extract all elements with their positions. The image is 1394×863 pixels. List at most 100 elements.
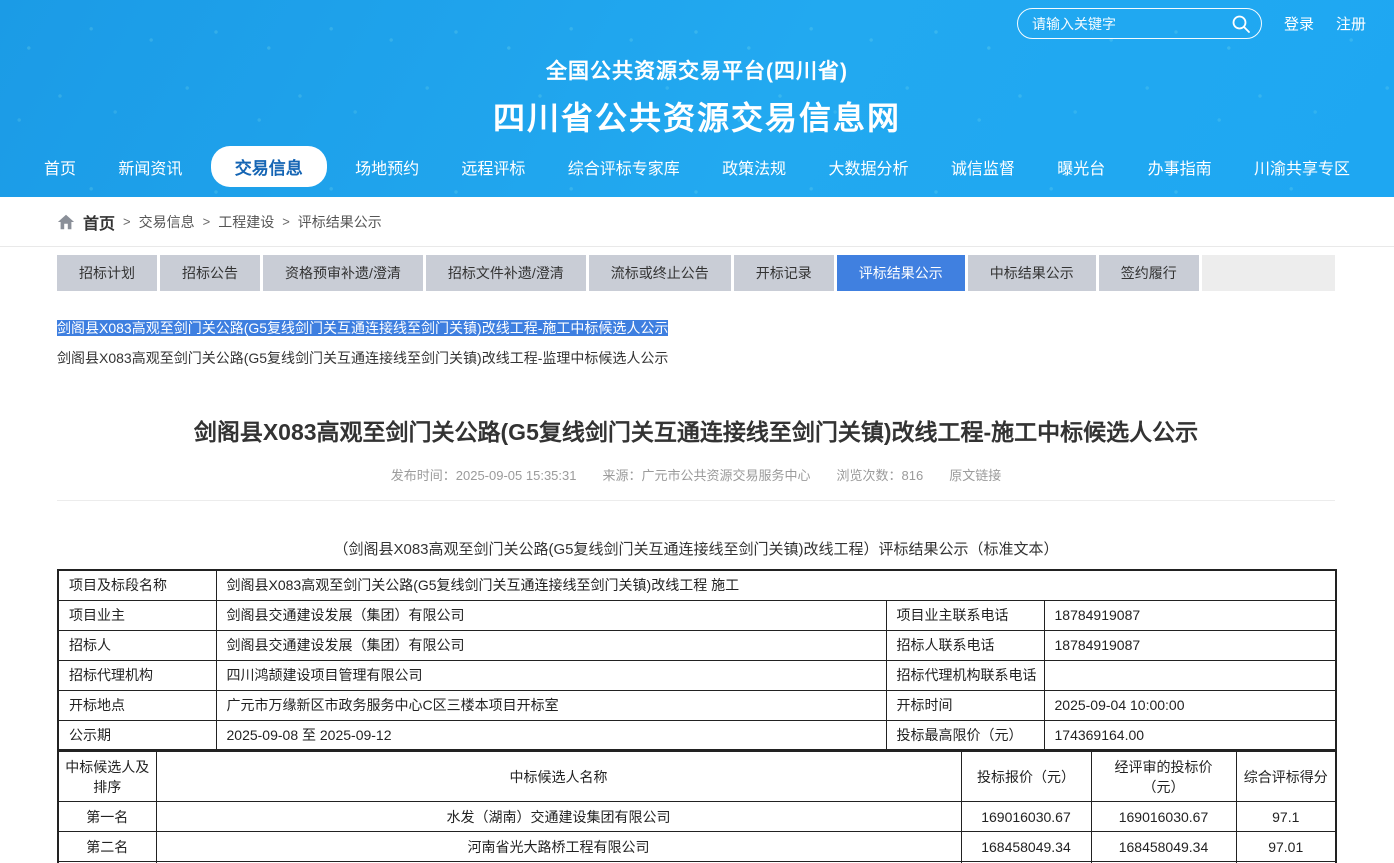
header-titles: 全国公共资源交易平台(四川省) 四川省公共资源交易信息网 [0,55,1394,139]
tab-prequalification-supplement[interactable]: 资格预审补遗/澄清 [263,255,423,291]
detail-value: 174369164.00 [1044,720,1336,750]
detail-label: 项目业主联系电话 [886,600,1044,630]
column-header-reviewed-bid: 经评审的投标价（元） [1091,752,1236,802]
bid-candidates-table: 中标候选人及排序 中标候选人名称 投标报价（元） 经评审的投标价（元） 综合评标… [57,751,1337,863]
detail-value: 剑阁县交通建设发展（集团）有限公司 [216,630,886,660]
breadcrumb-trade-info[interactable]: 交易信息 [139,212,195,232]
announcement-list: 剑阁县X083高观至剑门关公路(G5复线剑门关互通连接线至剑门关镇)改线工程-施… [57,313,1335,373]
nav-item-chuanyu-zone[interactable]: 川渝共享专区 [1240,148,1364,186]
detail-label: 投标最高限价（元） [886,720,1044,750]
detail-label: 招标人 [58,630,216,660]
candidate-score: 97.1 [1236,802,1336,832]
detail-value [1044,660,1336,690]
candidate-reviewed-bid: 169016030.67 [1091,802,1236,832]
detail-value: 剑阁县X083高观至剑门关公路(G5复线剑门关互通连接线至剑门关镇)改线工程 施… [216,570,1336,600]
column-header-score: 综合评标得分 [1236,752,1336,802]
main-nav: 首页 新闻资讯 交易信息 场地预约 远程评标 综合评标专家库 政策法规 大数据分… [0,146,1394,187]
category-tabs: 招标计划 招标公告 资格预审补遗/澄清 招标文件补遗/澄清 流标或终止公告 开标… [57,255,1335,291]
candidate-score: 97.01 [1236,832,1336,862]
detail-label: 项目业主 [58,600,216,630]
detail-label: 招标人联系电话 [886,630,1044,660]
original-link[interactable]: 原文链接 [949,465,1001,484]
table-row: 第一名 水发（湖南）交通建设集团有限公司 169016030.67 169016… [58,802,1336,832]
candidate-rank: 第一名 [58,802,156,832]
nav-item-expert-database[interactable]: 综合评标专家库 [554,148,694,186]
table-row: 开标地点 广元市万缘新区市政务服务中心C区三楼本项目开标室 开标时间 2025-… [58,690,1336,720]
page-title: 剑阁县X083高观至剑门关公路(G5复线剑门关互通连接线至剑门关镇)改线工程-施… [57,413,1335,447]
table-row: 项目业主 剑阁县交通建设发展（集团）有限公司 项目业主联系电话 18784919… [58,600,1336,630]
nav-item-remote-evaluation[interactable]: 远程评标 [447,148,539,186]
detail-value: 18784919087 [1044,630,1336,660]
breadcrumb-separator: > [282,214,290,229]
register-link[interactable]: 注册 [1336,13,1366,34]
search-icon[interactable] [1231,14,1251,34]
tab-bidding-plan[interactable]: 招标计划 [57,255,157,291]
breadcrumb-separator: > [203,214,211,229]
nav-item-service-guide[interactable]: 办事指南 [1134,148,1226,186]
breadcrumb-separator: > [123,214,131,229]
site-title: 四川省公共资源交易信息网 [0,93,1394,139]
detail-label: 招标代理机构 [58,660,216,690]
search-input[interactable] [1032,16,1231,32]
tab-bidding-announcement[interactable]: 招标公告 [160,255,260,291]
site-header: 登录 注册 全国公共资源交易平台(四川省) 四川省公共资源交易信息网 首页 新闻… [0,0,1394,197]
detail-label: 开标地点 [58,690,216,720]
breadcrumb: 首页 > 交易信息 > 工程建设 > 评标结果公示 [0,197,1394,247]
detail-value: 四川鸿颉建设项目管理有限公司 [216,660,886,690]
platform-title: 全国公共资源交易平台(四川省) [0,55,1394,85]
candidate-bid: 169016030.67 [961,802,1091,832]
divider [57,500,1335,501]
table-row: 公示期 2025-09-08 至 2025-09-12 投标最高限价（元） 17… [58,720,1336,750]
table-row: 项目及标段名称 剑阁县X083高观至剑门关公路(G5复线剑门关互通连接线至剑门关… [58,570,1336,600]
home-icon [57,213,75,231]
breadcrumb-home[interactable]: 首页 [83,210,115,234]
selected-text-highlight: 剑阁县X083高观至剑门关公路(G5复线剑门关互通连接线至剑门关镇)改线工程-施… [57,320,668,336]
candidate-name: 河南省光大路桥工程有限公司 [156,832,961,862]
nav-item-policies[interactable]: 政策法规 [708,148,800,186]
tab-contract-performance[interactable]: 签约履行 [1099,255,1199,291]
detail-value: 剑阁县交通建设发展（集团）有限公司 [216,600,886,630]
breadcrumb-engineering[interactable]: 工程建设 [218,212,274,232]
tab-award-result[interactable]: 中标结果公示 [968,255,1096,291]
table-header-row: 中标候选人及排序 中标候选人名称 投标报价（元） 经评审的投标价（元） 综合评标… [58,752,1336,802]
detail-label: 开标时间 [886,690,1044,720]
nav-item-news[interactable]: 新闻资讯 [104,148,196,186]
detail-value: 广元市万缘新区市政务服务中心C区三楼本项目开标室 [216,690,886,720]
nav-item-home[interactable]: 首页 [30,148,90,186]
detail-label: 公示期 [58,720,216,750]
detail-label: 项目及标段名称 [58,570,216,600]
detail-value: 2025-09-04 10:00:00 [1044,690,1336,720]
publish-time: 发布时间：2025-09-05 15:35:31 [391,465,577,484]
source: 来源：广元市公共资源交易服务中心 [602,465,810,484]
column-header-bid: 投标报价（元） [961,752,1091,802]
view-count: 浏览次数：816 [837,465,924,484]
table-row: 第二名 河南省光大路桥工程有限公司 168458049.34 168458049… [58,832,1336,862]
tab-row-filler [1202,255,1335,291]
nav-item-integrity-supervision[interactable]: 诚信监督 [937,148,1029,186]
announcement-link-supervision[interactable]: 剑阁县X083高观至剑门关公路(G5复线剑门关互通连接线至剑门关镇)改线工程-监… [57,343,1335,373]
column-header-rank: 中标候选人及排序 [58,752,156,802]
nav-item-venue-booking[interactable]: 场地预约 [341,148,433,186]
login-link[interactable]: 登录 [1284,13,1314,34]
article-meta: 发布时间：2025-09-05 15:35:31 来源：广元市公共资源交易服务中… [57,465,1335,484]
candidate-name: 水发（湖南）交通建设集团有限公司 [156,802,961,832]
result-table-caption: （剑阁县X083高观至剑门关公路(G5复线剑门关互通连接线至剑门关镇)改线工程）… [57,538,1335,559]
project-details-table: 项目及标段名称 剑阁县X083高观至剑门关公路(G5复线剑门关互通连接线至剑门关… [57,569,1337,751]
tab-failed-or-terminated[interactable]: 流标或终止公告 [589,255,731,291]
tab-document-supplement[interactable]: 招标文件补遗/澄清 [426,255,586,291]
breadcrumb-evaluation-result[interactable]: 评标结果公示 [298,212,382,232]
candidate-reviewed-bid: 168458049.34 [1091,832,1236,862]
announcement-link-construction[interactable]: 剑阁县X083高观至剑门关公路(G5复线剑门关互通连接线至剑门关镇)改线工程-施… [57,313,1335,343]
table-row: 招标人 剑阁县交通建设发展（集团）有限公司 招标人联系电话 1878491908… [58,630,1336,660]
table-row: 招标代理机构 四川鸿颉建设项目管理有限公司 招标代理机构联系电话 [58,660,1336,690]
tab-evaluation-result[interactable]: 评标结果公示 [837,255,965,291]
main-content: 招标计划 招标公告 资格预审补遗/澄清 招标文件补遗/澄清 流标或终止公告 开标… [57,255,1335,863]
nav-item-big-data[interactable]: 大数据分析 [815,148,923,186]
detail-value: 2025-09-08 至 2025-09-12 [216,720,886,750]
nav-item-trade-info[interactable]: 交易信息 [211,146,327,187]
candidate-bid: 168458049.34 [961,832,1091,862]
nav-item-exposure[interactable]: 曝光台 [1043,148,1119,186]
candidate-rank: 第二名 [58,832,156,862]
search-box[interactable] [1017,8,1262,39]
tab-bid-opening-record[interactable]: 开标记录 [734,255,834,291]
